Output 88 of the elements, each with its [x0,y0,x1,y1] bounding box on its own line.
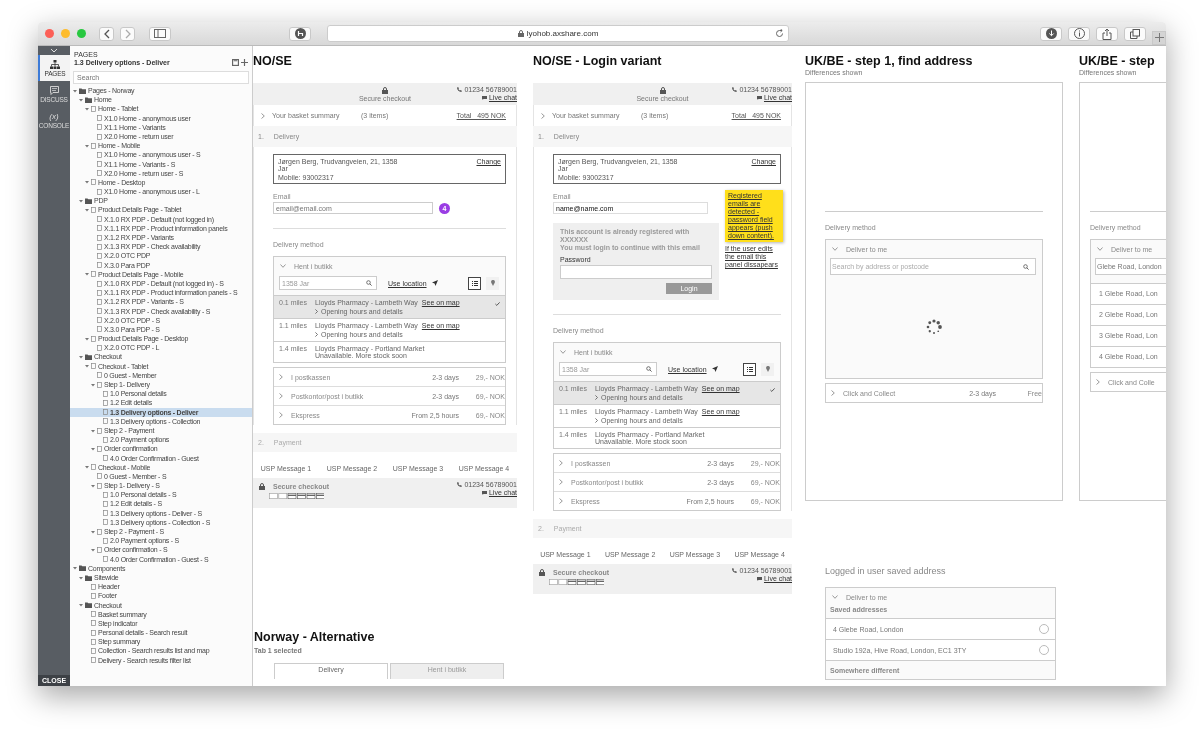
info-button[interactable] [1068,26,1090,41]
forward-button[interactable] [120,26,135,41]
artboard-title: NO/SE - Login variant [533,54,663,68]
forward-icon [123,28,132,39]
payment-card-icons [549,579,604,585]
chevron-icon[interactable] [559,479,563,485]
phone-icon [732,568,738,573]
chevron-icon[interactable] [279,412,283,418]
chevron-icon[interactable] [559,460,563,466]
chat-icon [481,95,487,100]
list-icon [471,280,478,286]
sidebar-icon [154,29,166,38]
chevron-icon[interactable] [315,332,318,337]
info-icon [1073,28,1085,39]
lock-icon [659,86,666,94]
download-icon [1045,28,1057,39]
chat-icon [481,490,487,495]
chevron-icon[interactable] [1096,379,1100,385]
list-icon [746,366,753,372]
search-icon[interactable] [366,280,372,286]
artboard-title: NO/SE [253,54,293,68]
share-button[interactable] [1096,26,1118,41]
lock-icon [382,86,388,94]
artboard-title: UK/BE - step [1079,54,1156,68]
chat-icon [756,95,762,100]
add-folder-icon[interactable] [241,59,248,66]
chevron-icon[interactable] [261,112,265,119]
download-button[interactable] [1040,26,1062,41]
lock-icon [259,483,265,490]
address-field[interactable]: lyohob.axshare.com [327,25,789,42]
chevron-icon[interactable] [595,395,598,400]
chevron-icon[interactable] [280,264,286,268]
extension-button[interactable] [289,26,311,41]
new-tab-button[interactable] [1152,30,1166,45]
location-arrow-icon[interactable] [711,366,718,372]
chat-icon [756,576,762,581]
chevron-icon[interactable] [831,390,835,396]
chevron-icon[interactable] [315,309,318,314]
tabs-icon [1130,28,1140,39]
lock-icon [539,569,545,576]
sitemap-icon [50,59,60,69]
collapse-icon[interactable] [50,48,58,53]
folder-icon [85,354,92,361]
password-field[interactable] [560,265,712,279]
back-icon [102,28,111,39]
chevron-icon[interactable] [1097,247,1103,251]
plus-icon [1154,33,1164,42]
back-button[interactable] [99,26,114,41]
list-view-button[interactable] [468,276,481,290]
add-page-icon[interactable] [232,59,239,66]
sidebar-toggle-button[interactable] [149,26,171,41]
close-button[interactable] [45,29,54,38]
radio-button[interactable] [1039,645,1049,655]
list-view-button[interactable] [743,362,756,376]
pin-icon [765,366,770,372]
chevron-icon[interactable] [595,418,598,423]
radio-button[interactable] [1039,624,1049,634]
reload-icon[interactable] [775,29,784,38]
search-icon[interactable] [1023,263,1029,270]
artboard-title: UK/BE - step 1, find address [805,54,974,68]
folder-icon [85,197,92,204]
share-icon [1102,27,1112,40]
chevron-icon[interactable] [541,112,545,119]
chevron-icon[interactable] [560,350,566,354]
payment-card-icons [269,493,324,499]
check-icon [770,388,775,392]
search-icon[interactable] [646,366,652,372]
map-view-button[interactable] [486,276,499,290]
location-arrow-icon[interactable] [431,280,438,286]
map-view-button[interactable] [761,362,774,376]
artboard-title: Norway - Alternative [254,630,376,644]
url-text: lyohob.axshare.com [526,29,599,38]
phone-icon [457,482,463,487]
chevron-icon[interactable] [832,595,838,599]
lock-icon [517,30,524,37]
chevron-icon[interactable] [279,393,283,399]
pin-icon [490,280,495,286]
phone-icon [457,87,463,92]
phone-icon [732,87,738,92]
folder-icon [85,602,92,609]
tabs-button[interactable] [1124,26,1146,41]
chevron-icon[interactable] [559,498,563,504]
extension-icon [294,28,306,39]
section-heading: Logged in user saved address [825,566,947,577]
chevron-icon[interactable] [832,247,838,251]
check-icon [495,302,500,306]
chevron-icon[interactable] [279,374,283,380]
comment-icon [49,85,59,95]
